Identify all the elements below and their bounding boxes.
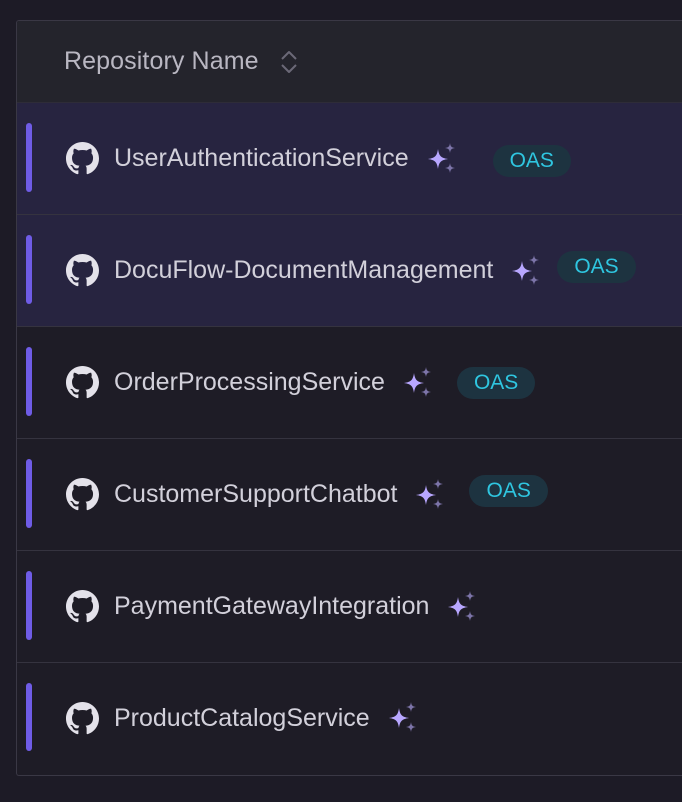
row-accent-bar	[26, 571, 32, 640]
table-row[interactable]: PaymentGatewayIntegration	[17, 551, 682, 663]
github-icon	[66, 590, 99, 623]
row-accent-bar	[26, 683, 32, 751]
table-header: Repository Name	[17, 21, 682, 103]
oas-badge: OAS	[456, 366, 536, 399]
table-row[interactable]: UserAuthenticationService OAS	[17, 103, 682, 215]
github-icon	[66, 701, 99, 734]
table-row[interactable]: ProductCatalogService	[17, 663, 682, 773]
oas-badge: OAS	[469, 474, 548, 507]
oas-badge: OAS	[557, 250, 636, 283]
repository-name[interactable]: UserAuthenticationService	[114, 144, 409, 173]
github-icon	[66, 142, 99, 175]
repository-name[interactable]: PaymentGatewayIntegration	[114, 592, 429, 621]
table-body: UserAuthenticationService OAS DocuFlow-D…	[17, 103, 682, 773]
table-row[interactable]: OrderProcessingService OAS	[17, 327, 682, 439]
table-row[interactable]: CustomerSupportChatbot OAS	[17, 439, 682, 551]
ai-sparkle-icon[interactable]	[413, 477, 449, 513]
github-icon	[66, 478, 99, 511]
table-row[interactable]: DocuFlow-DocumentManagement OAS	[17, 215, 682, 327]
sort-updown-icon[interactable]	[279, 48, 299, 76]
row-accent-bar	[26, 459, 32, 528]
oas-badge: OAS	[492, 144, 571, 177]
repository-name[interactable]: ProductCatalogService	[114, 704, 370, 733]
repository-name[interactable]: OrderProcessingService	[114, 368, 385, 397]
ai-sparkle-icon[interactable]	[509, 253, 545, 289]
repository-name[interactable]: DocuFlow-DocumentManagement	[114, 256, 493, 285]
github-icon	[66, 366, 99, 399]
github-icon	[66, 254, 99, 287]
row-accent-bar	[26, 347, 32, 416]
row-accent-bar	[26, 123, 32, 192]
ai-sparkle-icon[interactable]	[401, 365, 437, 401]
ai-sparkle-icon[interactable]	[425, 141, 461, 177]
repository-table: Repository Name UserAuthenticationServic…	[16, 20, 682, 776]
ai-sparkle-icon[interactable]	[445, 589, 481, 625]
ai-sparkle-icon[interactable]	[386, 700, 422, 736]
repository-name[interactable]: CustomerSupportChatbot	[114, 480, 397, 509]
row-accent-bar	[26, 235, 32, 304]
column-header-repository-name[interactable]: Repository Name	[64, 47, 259, 76]
